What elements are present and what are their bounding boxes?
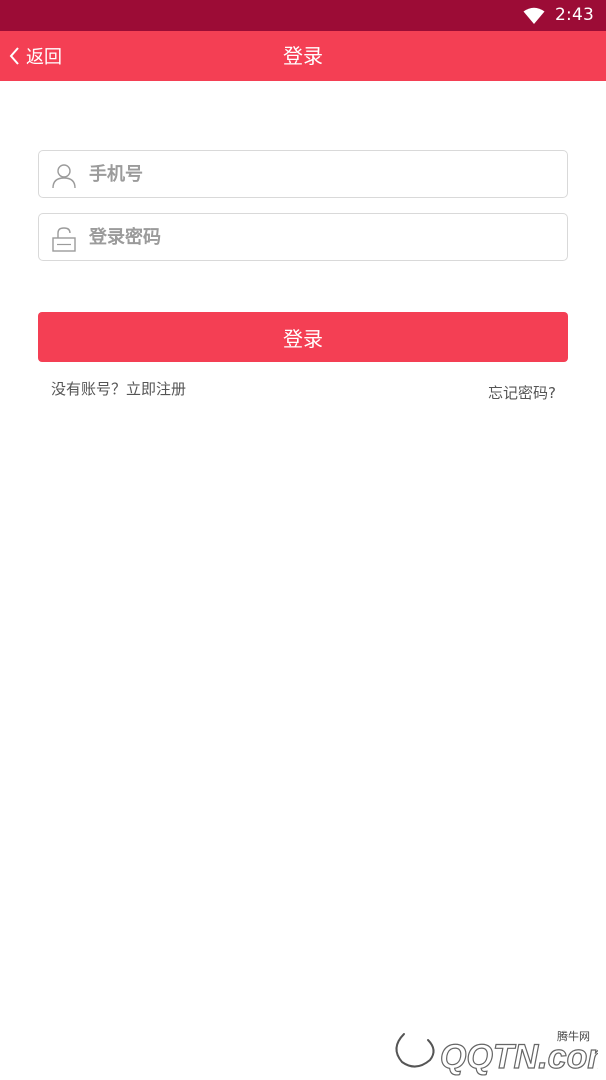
phone-input[interactable] — [89, 151, 549, 197]
title-bar: 返回 登录 — [0, 31, 606, 81]
back-label: 返回 — [26, 47, 62, 68]
watermark: 腾牛网 QQTN.com — [386, 1026, 606, 1077]
chevron-left-icon — [9, 47, 19, 65]
back-button[interactable]: 返回 — [8, 31, 62, 81]
watermark-site: 腾牛网 — [557, 1030, 590, 1043]
login-button[interactable]: 登录 — [38, 312, 568, 362]
forgot-password-link[interactable]: 忘记密码? — [488, 382, 556, 403]
phone-field[interactable] — [38, 150, 568, 198]
status-bar: 2:43 — [0, 0, 606, 31]
lock-icon — [52, 227, 76, 252]
password-input[interactable] — [89, 214, 549, 260]
password-field[interactable] — [38, 213, 568, 261]
page-title: 登录 — [283, 44, 323, 68]
register-link[interactable]: 没有账号？立即注册 — [51, 378, 186, 399]
status-time: 2:43 — [555, 5, 594, 25]
wifi-icon — [523, 7, 545, 24]
status-bar-right: 2:43 — [523, 0, 594, 31]
user-icon — [52, 164, 76, 189]
